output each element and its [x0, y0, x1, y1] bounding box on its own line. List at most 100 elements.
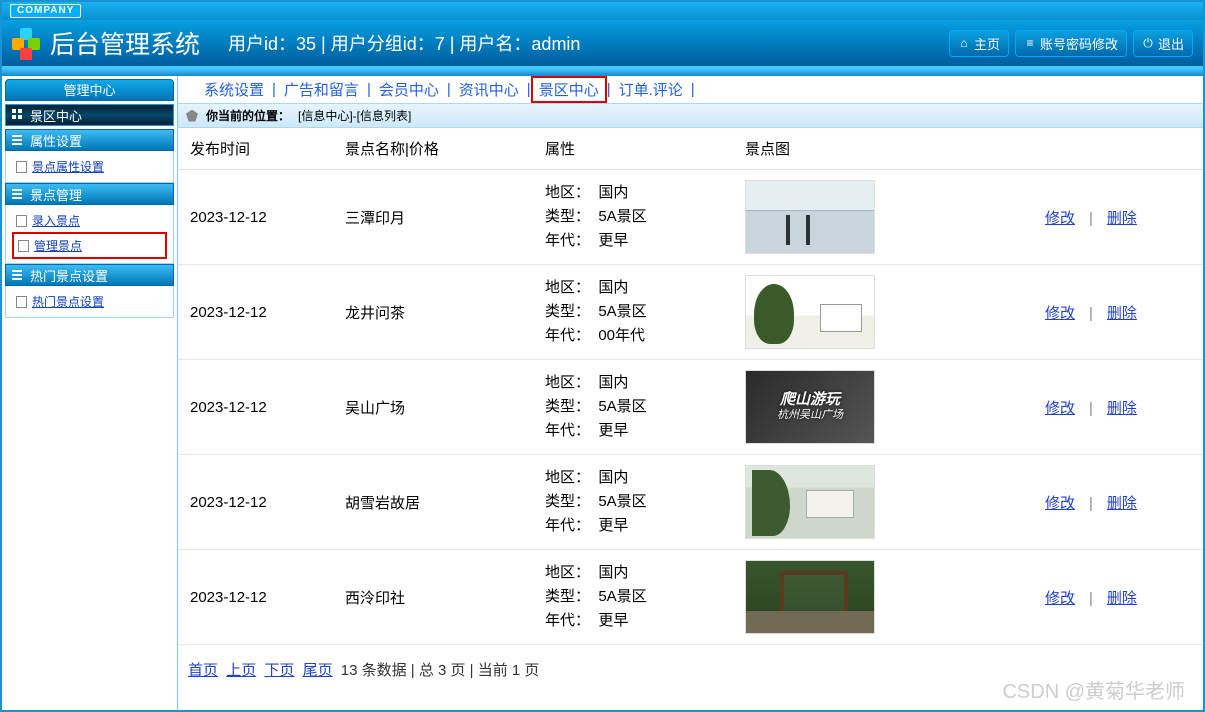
pager-info: 13 条数据 | 总 3 页 | 当前 1 页 [341, 662, 540, 679]
cell-attr: 地区： 国内类型： 5A景区年代： 更早 [533, 170, 733, 265]
app-title: 后台管理系统 [50, 25, 200, 61]
cell-attr: 地区： 国内类型： 5A景区年代： 更早 [533, 550, 733, 645]
divider: | [1089, 400, 1093, 417]
nav-item[interactable]: 广告和留言 [276, 79, 367, 100]
nav-item[interactable]: 会员中心 [371, 79, 447, 100]
cell-time: 2023-12-12 [178, 265, 333, 360]
thumbnail [745, 465, 875, 539]
password-label: 账号密码修改 [1040, 34, 1118, 53]
thumbnail [745, 275, 875, 349]
nav-separator: | [691, 81, 695, 98]
divider: | [1089, 590, 1093, 607]
doc-icon [18, 240, 29, 252]
table-row: 2023-12-12龙井问茶地区： 国内类型： 5A景区年代： 00年代 修改 | 删… [178, 265, 1203, 360]
sidebar-item-link[interactable]: 管理景点 [34, 237, 82, 254]
sidebar-group-header[interactable]: 属性设置 [5, 129, 174, 151]
cell-name: 西泠印社 [333, 550, 533, 645]
nav-item[interactable]: 系统设置 [196, 79, 272, 100]
list-icon [12, 134, 24, 146]
edit-link[interactable]: 修改 [1045, 305, 1075, 322]
table-row: 2023-12-12西泠印社地区： 国内类型： 5A景区年代： 更早 修改 | 删除 [178, 550, 1203, 645]
list-icon: ≡ [1024, 37, 1036, 49]
th-attr: 属性 [533, 128, 733, 170]
data-table: 发布时间 景点名称|价格 属性 景点图 2023-12-12三潭印月地区： 国内… [178, 128, 1203, 645]
thumbnail: 爬山游玩杭州吴山广场 [745, 370, 875, 444]
edit-link[interactable]: 修改 [1045, 495, 1075, 512]
sidebar-group-header[interactable]: 景点管理 [5, 183, 174, 205]
pager-last[interactable]: 尾页 [303, 662, 333, 679]
cell-attr: 地区： 国内类型： 5A景区年代： 更早 [533, 360, 733, 455]
cell-name: 胡雪岩故居 [333, 455, 533, 550]
cell-time: 2023-12-12 [178, 550, 333, 645]
pager: 首页 上页 下页 尾页 13 条数据 | 总 3 页 | 当前 1 页 [178, 645, 1203, 694]
header-bar: 后台管理系统 用户id：35 | 用户分组id：7 | 用户名：admin ⌂ … [2, 20, 1203, 68]
sidebar-item[interactable]: 景点属性设置 [12, 155, 167, 178]
list-icon [12, 188, 24, 200]
divider: | [1089, 305, 1093, 322]
pager-prev[interactable]: 上页 [226, 662, 256, 679]
th-name: 景点名称|价格 [333, 128, 533, 170]
nav-item[interactable]: 订单.评论 [611, 79, 691, 100]
delete-link[interactable]: 删除 [1107, 305, 1137, 322]
cell-time: 2023-12-12 [178, 455, 333, 550]
top-nav: 系统设置 | 广告和留言 | 会员中心 | 资讯中心 | 景区中心 | 订单.评… [178, 76, 1203, 104]
sidebar-item[interactable]: 录入景点 [12, 209, 167, 232]
pager-first[interactable]: 首页 [188, 662, 218, 679]
sidebar-item[interactable]: 热门景点设置 [12, 290, 167, 313]
cell-name: 吴山广场 [333, 360, 533, 455]
cell-img [733, 265, 1033, 360]
pin-icon [186, 110, 198, 122]
cell-actions: 修改|删除 [1033, 170, 1203, 265]
pager-next[interactable]: 下页 [264, 662, 294, 679]
cell-name: 龙井问茶 [333, 265, 533, 360]
cell-attr: 地区： 国内类型： 5A景区年代： 00年代 [533, 265, 733, 360]
breadcrumb-trail: [信息中心]-[信息列表] [298, 107, 411, 124]
sidebar-item-link[interactable]: 景点属性设置 [32, 158, 104, 175]
thumbnail [745, 560, 875, 634]
edit-link[interactable]: 修改 [1045, 210, 1075, 227]
sidebar: 管理中心 景区中心 属性设置景点属性设置景点管理录入景点管理景点热门景点设置热门… [2, 76, 177, 710]
logout-button[interactable]: ⏻ 退出 [1133, 30, 1193, 57]
cell-actions: 修改 | 删除 [1033, 550, 1203, 645]
breadcrumb-prefix: 你当前的位置： [206, 107, 290, 124]
delete-link[interactable]: 删除 [1107, 495, 1137, 512]
grid-icon [12, 109, 24, 121]
table-row: 2023-12-12吴山广场地区： 国内类型： 5A景区年代： 更早爬山游玩杭州… [178, 360, 1203, 455]
content-column: 系统设置 | 广告和留言 | 会员中心 | 资讯中心 | 景区中心 | 订单.评… [177, 76, 1203, 710]
cell-img [733, 170, 1033, 265]
sidebar-group-label: 热门景点设置 [30, 266, 108, 285]
nav-item[interactable]: 资讯中心 [451, 79, 527, 100]
doc-icon [16, 215, 27, 227]
sidebar-group-header[interactable]: 热门景点设置 [5, 264, 174, 286]
home-label: 主页 [974, 34, 1000, 53]
sidebar-item[interactable]: 管理景点 [12, 232, 167, 259]
edit-link[interactable]: 修改 [1045, 400, 1075, 417]
nav-item[interactable]: 景区中心 [531, 76, 607, 103]
sidebar-item-link[interactable]: 热门景点设置 [32, 293, 104, 310]
delete-link[interactable]: 删除 [1107, 400, 1137, 417]
sidebar-group-label: 景点管理 [30, 185, 82, 204]
cell-actions: 修改|删除 [1033, 455, 1203, 550]
thumbnail [745, 180, 875, 254]
top-strip: COMPANY [2, 2, 1203, 20]
cell-time: 2023-12-12 [178, 170, 333, 265]
doc-icon [16, 296, 27, 308]
th-act [1033, 128, 1203, 170]
cell-img: 爬山游玩杭州吴山广场 [733, 360, 1033, 455]
cell-img [733, 455, 1033, 550]
home-button[interactable]: ⌂ 主页 [949, 30, 1009, 57]
password-button[interactable]: ≡ 账号密码修改 [1015, 30, 1127, 57]
breadcrumb: 你当前的位置： [信息中心]-[信息列表] [178, 104, 1203, 128]
user-info: 用户id：35 | 用户分组id：7 | 用户名：admin [228, 30, 580, 56]
delete-link[interactable]: 删除 [1107, 210, 1137, 227]
logout-label: 退出 [1158, 34, 1184, 53]
delete-link[interactable]: 删除 [1107, 590, 1137, 607]
edit-link[interactable]: 修改 [1045, 590, 1075, 607]
cell-actions: 修改 | 删除 [1033, 360, 1203, 455]
sidebar-group-label: 属性设置 [30, 131, 82, 150]
table-row: 2023-12-12三潭印月地区： 国内类型： 5A景区年代： 更早修改|删除 [178, 170, 1203, 265]
sidebar-section-header[interactable]: 景区中心 [5, 104, 174, 126]
sidebar-item-link[interactable]: 录入景点 [32, 212, 80, 229]
list-icon [12, 269, 24, 281]
sidebar-section-label: 景区中心 [30, 106, 82, 125]
